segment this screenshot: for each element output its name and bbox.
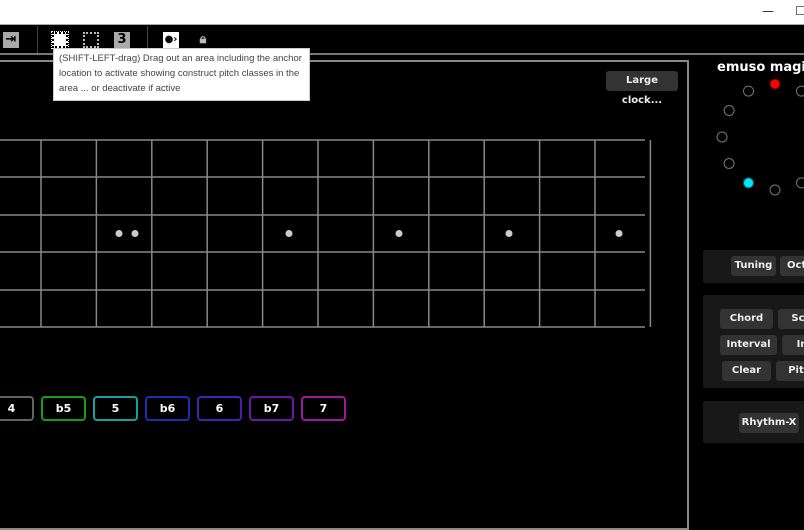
tooltip: (SHIFT-LEFT-drag) Drag out an area inclu… xyxy=(53,48,310,101)
maximize-button[interactable]: ☐ xyxy=(795,4,804,18)
pitch-clock[interactable] xyxy=(700,70,804,210)
pitch-class-node[interactable] xyxy=(724,159,734,169)
degree-button[interactable]: b6 xyxy=(145,396,190,421)
pitch-class-node[interactable] xyxy=(717,132,727,142)
scale-button[interactable]: Sc xyxy=(778,309,804,329)
interval-button[interactable]: Interval xyxy=(720,335,777,355)
clear-button[interactable]: Clear xyxy=(722,361,771,381)
pitch-class-node[interactable] xyxy=(770,185,780,195)
minimize-button[interactable]: — xyxy=(762,4,774,18)
fret-marker xyxy=(116,230,123,237)
fret-marker xyxy=(132,230,139,237)
fret-marker xyxy=(396,230,403,237)
tuning-button[interactable]: Tuning xyxy=(731,256,776,276)
degree-button[interactable]: 5 xyxy=(93,396,138,421)
degree-button[interactable]: 7 xyxy=(301,396,346,421)
pitch-class-node[interactable] xyxy=(744,86,754,96)
fret-marker xyxy=(286,230,293,237)
pitch-class-node[interactable] xyxy=(770,79,780,89)
fret-marker xyxy=(506,230,513,237)
pitch-class-node[interactable] xyxy=(724,106,734,116)
pitch-class-node[interactable] xyxy=(797,86,804,96)
degree-button[interactable]: 6 xyxy=(197,396,242,421)
fret-marker xyxy=(616,230,623,237)
rhythm-x-button[interactable]: Rhythm-X xyxy=(739,413,799,433)
octave-button[interactable]: Octa xyxy=(780,256,804,276)
pitch-class-node[interactable] xyxy=(744,178,754,188)
pitch-button[interactable]: Pit xyxy=(776,361,804,381)
pitch-class-node[interactable] xyxy=(797,178,804,188)
degree-button[interactable]: b7 xyxy=(249,396,294,421)
chord-button[interactable]: Chord xyxy=(720,309,773,329)
inversion-button[interactable]: In xyxy=(782,335,804,355)
degree-button[interactable]: b5 xyxy=(41,396,86,421)
degree-button[interactable]: 4 xyxy=(0,396,34,421)
